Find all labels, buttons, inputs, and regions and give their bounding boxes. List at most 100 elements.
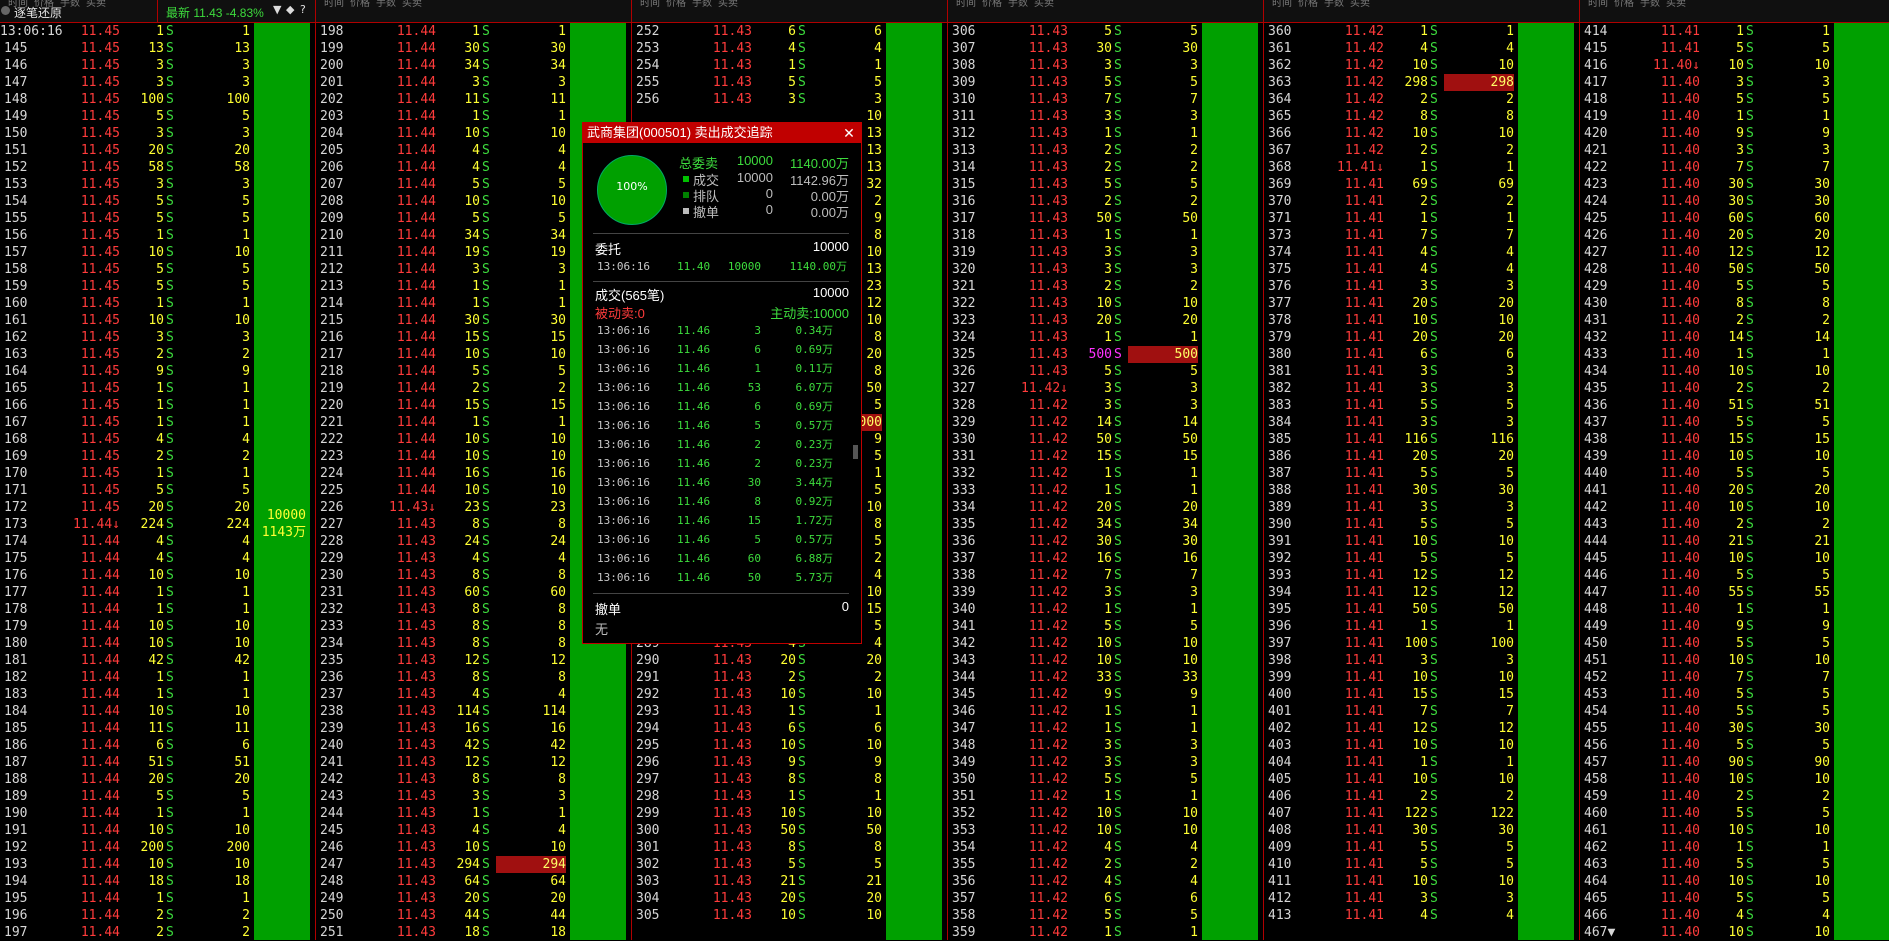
table-row[interactable]: 322 11.43 10 S 10 (948, 295, 1200, 312)
table-row[interactable]: 354 11.42 4 S 4 (948, 839, 1200, 856)
table-row[interactable]: 422 11.40 7 S 7 (1580, 159, 1832, 176)
table-row[interactable]: 306 11.43 5 S 5 (948, 23, 1200, 40)
table-row[interactable]: 421 11.40 3 S 3 (1580, 142, 1832, 159)
table-row[interactable]: 314 11.43 2 S 2 (948, 159, 1200, 176)
table-row[interactable]: 385 11.41 116 S 116 (1264, 431, 1516, 448)
table-row[interactable]: 155 11.45 5 S 5 (0, 210, 252, 227)
table-row[interactable]: 248 11.43 64 S 64 (316, 873, 568, 890)
table-row[interactable]: 198 11.44 1 S 1 (316, 23, 568, 40)
table-row[interactable]: 192 11.44 200 S 200 (0, 839, 252, 856)
table-row[interactable]: 315 11.43 5 S 5 (948, 176, 1200, 193)
table-row[interactable]: 215 11.44 30 S 30 (316, 312, 568, 329)
table-row[interactable]: 166 11.45 1 S 1 (0, 397, 252, 414)
table-row[interactable]: 337 11.42 16 S 16 (948, 550, 1200, 567)
table-row[interactable]: 299 11.43 10 S 10 (632, 805, 884, 822)
table-row[interactable]: 318 11.43 1 S 1 (948, 227, 1200, 244)
table-row[interactable]: 389 11.41 3 S 3 (1264, 499, 1516, 516)
table-row[interactable]: 350 11.42 5 S 5 (948, 771, 1200, 788)
table-row[interactable]: 448 11.40 1 S 1 (1580, 601, 1832, 618)
table-row[interactable]: 147 11.45 3 S 3 (0, 74, 252, 91)
table-row[interactable]: 208 11.44 10 S 10 (316, 193, 568, 210)
table-row[interactable]: 182 11.44 1 S 1 (0, 669, 252, 686)
table-row[interactable]: 158 11.45 5 S 5 (0, 261, 252, 278)
table-row[interactable]: 148 11.45 100 S 100 (0, 91, 252, 108)
table-row[interactable]: 225 11.44 10 S 10 (316, 482, 568, 499)
table-row[interactable]: 292 11.43 10 S 10 (632, 686, 884, 703)
table-row[interactable]: 300 11.43 50 S 50 (632, 822, 884, 839)
table-row[interactable]: 361 11.42 4 S 4 (1264, 40, 1516, 57)
table-row[interactable]: 236 11.43 8 S 8 (316, 669, 568, 686)
table-row[interactable]: 426 11.40 20 S 20 (1580, 227, 1832, 244)
table-row[interactable]: 348 11.42 3 S 3 (948, 737, 1200, 754)
table-row[interactable]: 335 11.42 34 S 34 (948, 516, 1200, 533)
table-row[interactable]: 449 11.40 9 S 9 (1580, 618, 1832, 635)
table-row[interactable]: 199 11.44 30 S 30 (316, 40, 568, 57)
trade-row[interactable]: 13:06:16 11.46 8 0.92万 (597, 492, 833, 511)
table-row[interactable]: 226 11.43↓ 23 S 23 (316, 499, 568, 516)
table-row[interactable]: 464 11.40 10 S 10 (1580, 873, 1832, 890)
table-row[interactable]: 233 11.43 8 S 8 (316, 618, 568, 635)
table-row[interactable]: 381 11.41 3 S 3 (1264, 363, 1516, 380)
table-row[interactable]: 393 11.41 12 S 12 (1264, 567, 1516, 584)
table-row[interactable]: 430 11.40 8 S 8 (1580, 295, 1832, 312)
table-row[interactable]: 329 11.42 14 S 14 (948, 414, 1200, 431)
table-row[interactable]: 146 11.45 3 S 3 (0, 57, 252, 74)
table-row[interactable]: 250 11.43 44 S 44 (316, 907, 568, 924)
table-row[interactable]: 462 11.40 1 S 1 (1580, 839, 1832, 856)
table-row[interactable]: 293 11.43 1 S 1 (632, 703, 884, 720)
table-row[interactable]: 291 11.43 2 S 2 (632, 669, 884, 686)
table-row[interactable]: 308 11.43 3 S 3 (948, 57, 1200, 74)
table-row[interactable]: 454 11.40 5 S 5 (1580, 703, 1832, 720)
table-row[interactable]: 159 11.45 5 S 5 (0, 278, 252, 295)
trade-row[interactable]: 13:06:16 11.46 53 6.07万 (597, 378, 833, 397)
table-row[interactable]: 445 11.40 10 S 10 (1580, 550, 1832, 567)
table-row[interactable]: 466 11.40 4 S 4 (1580, 907, 1832, 924)
table-row[interactable]: 405 11.41 10 S 10 (1264, 771, 1516, 788)
table-row[interactable]: 238 11.43 114 S 114 (316, 703, 568, 720)
table-row[interactable]: 344 11.42 33 S 33 (948, 669, 1200, 686)
table-row[interactable]: 439 11.40 10 S 10 (1580, 448, 1832, 465)
table-row[interactable]: 184 11.44 10 S 10 (0, 703, 252, 720)
table-row[interactable]: 379 11.41 20 S 20 (1264, 329, 1516, 346)
table-row[interactable]: 374 11.41 4 S 4 (1264, 244, 1516, 261)
table-row[interactable]: 207 11.44 5 S 5 (316, 176, 568, 193)
table-row[interactable]: 302 11.43 5 S 5 (632, 856, 884, 873)
table-row[interactable]: 413 11.41 4 S 4 (1264, 907, 1516, 924)
table-row[interactable]: 441 11.40 20 S 20 (1580, 482, 1832, 499)
table-row[interactable]: 241 11.43 12 S 12 (316, 754, 568, 771)
table-row[interactable]: 304 11.43 20 S 20 (632, 890, 884, 907)
table-row[interactable]: 221 11.44 1 S 1 (316, 414, 568, 431)
table-row[interactable]: 443 11.40 2 S 2 (1580, 516, 1832, 533)
table-row[interactable]: 353 11.42 10 S 10 (948, 822, 1200, 839)
table-row[interactable]: 183 11.44 1 S 1 (0, 686, 252, 703)
table-row[interactable]: 451 11.40 10 S 10 (1580, 652, 1832, 669)
table-row[interactable]: 180 11.44 10 S 10 (0, 635, 252, 652)
table-row[interactable]: 465 11.40 5 S 5 (1580, 890, 1832, 907)
table-row[interactable]: 404 11.41 1 S 1 (1264, 754, 1516, 771)
trade-row[interactable]: 13:06:16 11.46 30 3.44万 (597, 473, 833, 492)
table-row[interactable]: 194 11.44 18 S 18 (0, 873, 252, 890)
table-row[interactable]: 312 11.43 1 S 1 (948, 125, 1200, 142)
table-row[interactable]: 375 11.41 4 S 4 (1264, 261, 1516, 278)
table-row[interactable]: 328 11.42 3 S 3 (948, 397, 1200, 414)
table-row[interactable]: 390 11.41 5 S 5 (1264, 516, 1516, 533)
table-row[interactable]: 310 11.43 7 S 7 (948, 91, 1200, 108)
table-row[interactable]: 456 11.40 5 S 5 (1580, 737, 1832, 754)
table-row[interactable]: 319 11.43 3 S 3 (948, 244, 1200, 261)
dialog-titlebar[interactable]: 武商集团(000501) 卖出成交追踪 ✕ (583, 123, 861, 143)
table-row[interactable]: 435 11.40 2 S 2 (1580, 380, 1832, 397)
table-row[interactable]: 206 11.44 4 S 4 (316, 159, 568, 176)
table-row[interactable]: 203 11.44 1 S 1 (316, 108, 568, 125)
table-row[interactable]: 255 11.43 5 S 5 (632, 74, 884, 91)
table-row[interactable]: 181 11.44 42 S 42 (0, 652, 252, 669)
table-row[interactable]: 424 11.40 30 S 30 (1580, 193, 1832, 210)
table-row[interactable]: 243 11.43 3 S 3 (316, 788, 568, 805)
table-row[interactable]: 294 11.43 6 S 6 (632, 720, 884, 737)
table-row[interactable]: 333 11.42 1 S 1 (948, 482, 1200, 499)
table-row[interactable]: 327 11.42↓ 3 S 3 (948, 380, 1200, 397)
table-row[interactable]: 170 11.45 1 S 1 (0, 465, 252, 482)
table-row[interactable]: 339 11.42 3 S 3 (948, 584, 1200, 601)
table-row[interactable]: 388 11.41 30 S 30 (1264, 482, 1516, 499)
table-row[interactable]: 168 11.45 4 S 4 (0, 431, 252, 448)
table-row[interactable]: 440 11.40 5 S 5 (1580, 465, 1832, 482)
